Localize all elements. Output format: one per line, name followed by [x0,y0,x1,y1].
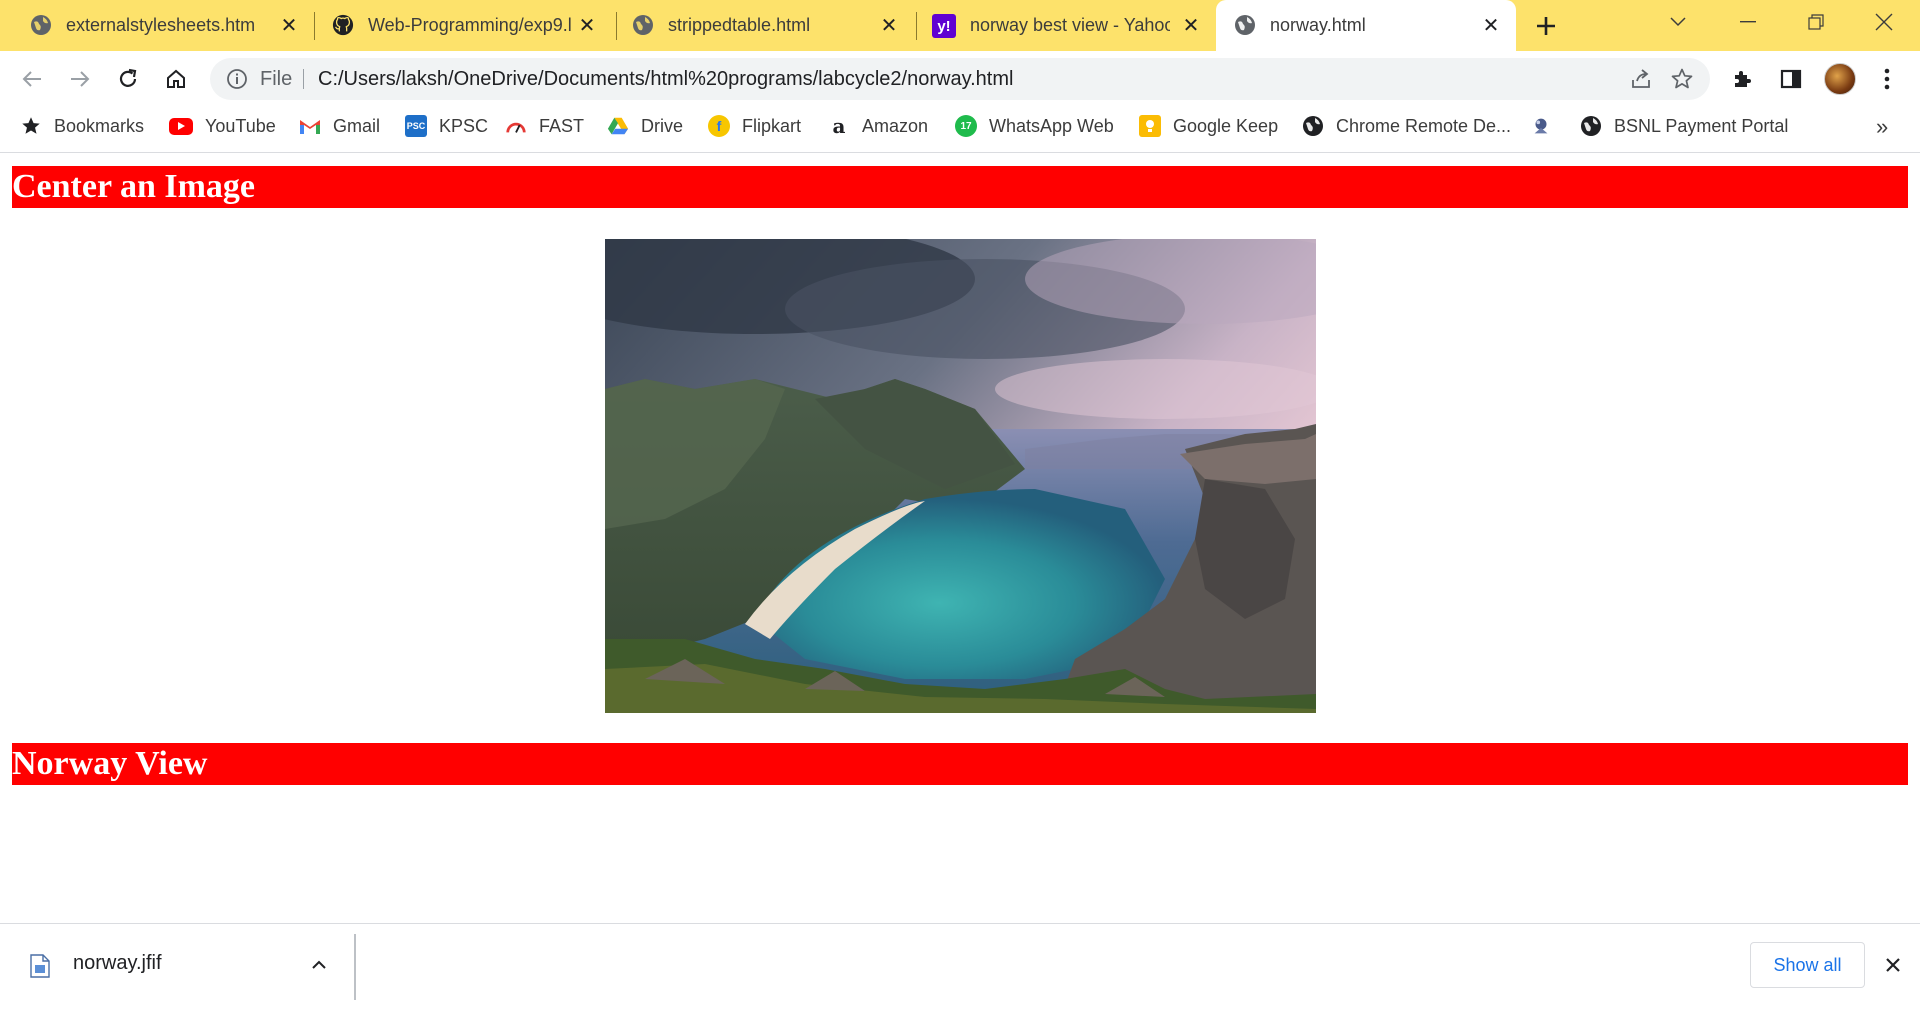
kebab-menu-icon[interactable] [1872,64,1902,94]
info-icon[interactable] [226,68,248,90]
gmail-icon [299,115,321,137]
tab-separator [314,12,315,40]
bookmark-label: BSNL Payment Portal [1614,115,1789,136]
globe-icon [30,14,52,36]
amazon-icon: a [832,114,846,138]
reload-button[interactable] [112,63,144,95]
download-filename[interactable]: norway.jfif [73,952,162,975]
share-icon[interactable] [1630,68,1652,90]
close-icon[interactable]: ✕ [578,15,596,37]
close-icon[interactable]: ✕ [1182,15,1200,37]
bookmark-bookmarks[interactable]: Bookmarks [20,106,144,146]
yahoo-icon: y! [932,14,956,38]
close-icon[interactable]: ✕ [280,15,298,37]
bookmark-label: YouTube [205,115,276,136]
heading-norway-view: Norway View [12,743,1908,785]
show-all-button[interactable]: Show all [1750,942,1865,988]
tab-separator [916,12,917,40]
globe-icon [1234,14,1256,36]
bookmark-flipkart[interactable]: f Flipkart [708,106,801,146]
tab-title: strippedtable.html [668,15,811,35]
tab-yahoo-search[interactable]: y! norway best view - Yahoo ✕ [918,0,1214,51]
url-scheme-label: File [260,68,293,90]
bookmark-kpsc[interactable]: PSC KPSC [405,106,488,146]
tab-externalstylesheets[interactable]: externalstylesheets.html ✕ [0,0,305,51]
tab-title: norway best view - Yahoo [970,15,1170,35]
flipkart-icon: f [708,115,730,137]
new-tab-button[interactable] [1530,10,1562,42]
omnibox-divider [303,69,304,89]
tab-separator [616,12,617,40]
bookmark-youtube[interactable]: YouTube [169,106,276,146]
home-button[interactable] [160,63,192,95]
app-icon [1530,115,1552,137]
keep-icon [1139,115,1161,137]
globe-icon [632,14,654,36]
profile-avatar[interactable] [1824,63,1856,95]
browser-toolbar: File C:/Users/laksh/OneDrive/Documents/h… [0,51,1920,106]
bookmark-bsnl-payment-portal[interactable]: BSNL Payment Portal [1580,106,1788,146]
extensions-puzzle-icon[interactable] [1728,64,1758,94]
bookmark-whatsapp[interactable]: 17 WhatsApp Web [955,106,1114,146]
bookmark-app[interactable] [1530,106,1564,146]
bookmark-label: Flipkart [742,115,802,136]
back-button[interactable] [16,63,48,95]
globe-icon [1580,115,1602,137]
bookmark-drive[interactable]: Drive [607,106,683,146]
kpsc-icon: PSC [405,115,427,137]
drive-icon [607,115,629,137]
bookmark-label: WhatsApp Web [989,115,1114,136]
bookmark-label: Drive [641,115,684,136]
close-window-button[interactable] [1858,0,1910,44]
bookmark-label: Google Keep [1173,115,1279,136]
url-text[interactable]: C:/Users/laksh/OneDrive/Documents/html%2… [318,58,1013,100]
file-icon [30,954,50,978]
shelf-divider [354,934,356,1000]
bookmark-label: KPSC [439,115,489,136]
forward-button[interactable] [64,63,96,95]
github-icon [332,14,354,36]
restore-button[interactable] [1790,0,1842,44]
bookmark-label: Amazon [862,115,929,136]
page-content: Center an Image Norway View [0,153,1920,923]
globe-icon [1302,115,1324,137]
tab-search-chevron-icon[interactable] [1652,0,1704,44]
bookmarks-overflow-icon[interactable]: » [1876,114,1888,140]
address-bar[interactable]: File C:/Users/laksh/OneDrive/Documents/h… [210,58,1710,100]
bookmark-chrome-remote-desktop[interactable]: Chrome Remote De... [1302,106,1511,146]
chevron-up-icon[interactable] [308,954,330,976]
fast-icon [505,115,527,137]
tab-strip: externalstylesheets.html ✕ Web-Programmi… [0,0,1920,51]
tab-title: norway.html [1270,15,1366,35]
bookmark-fast[interactable]: FAST [505,106,584,146]
download-shelf: norway.jfif Show all [0,923,1920,1010]
bookmark-label: FAST [539,115,585,136]
bookmark-label: Gmail [333,115,381,136]
bookmark-star-icon[interactable] [1670,67,1694,91]
star-icon [20,115,42,137]
tab-github-exp9[interactable]: Web-Programming/exp9.l ✕ [316,0,616,51]
bookmark-label: Chrome Remote De... [1336,115,1512,136]
close-icon[interactable]: ✕ [1482,15,1500,37]
bookmark-label: Bookmarks [54,115,145,136]
whatsapp-icon: 17 [955,115,977,137]
minimize-button[interactable] [1722,0,1774,44]
youtube-icon [169,117,193,135]
heading-center-an-image: Center an Image [12,166,1908,208]
tab-strippedtable[interactable]: strippedtable.html ✕ [618,0,916,51]
tab-title: Web-Programming/exp9.l [368,15,572,35]
bookmark-google-keep[interactable]: Google Keep [1139,106,1278,146]
bookmark-gmail[interactable]: Gmail [299,106,380,146]
side-panel-icon[interactable] [1776,64,1806,94]
close-icon[interactable]: ✕ [880,15,898,37]
tab-norway-active[interactable]: norway.html ✕ [1216,0,1516,51]
tab-title: externalstylesheets.html [66,15,256,35]
close-icon[interactable] [1880,952,1906,978]
bookmark-amazon[interactable]: a Amazon [828,106,929,146]
bookmarks-bar: Bookmarks YouTube Gmail PSC KPSC FAST Dr… [0,106,1920,153]
norway-landscape-image [605,239,1316,713]
